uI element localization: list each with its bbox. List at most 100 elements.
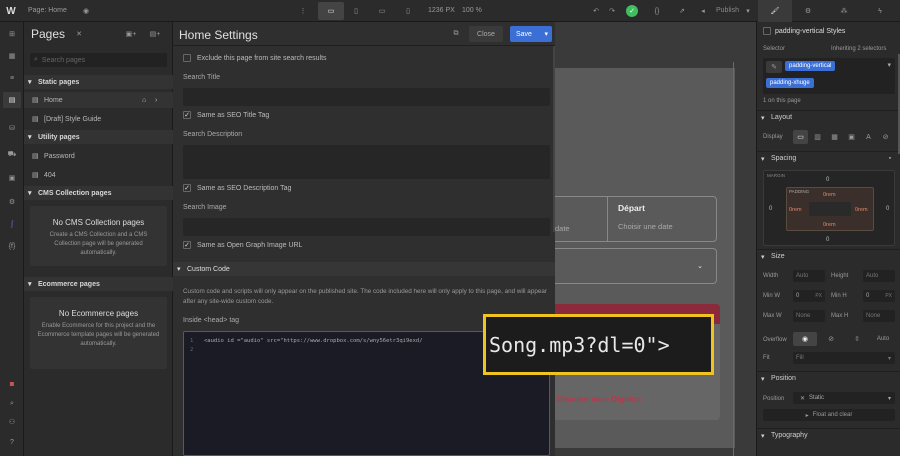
desktop-breakpoint-icon[interactable]: ▭ xyxy=(318,2,344,20)
code-line[interactable]: <audio id ="audio" src="https://www.drop… xyxy=(204,338,423,344)
hidden-icon[interactable]: ⊘ xyxy=(819,332,843,346)
page-item-404[interactable]: ▤ 404 xyxy=(24,167,173,183)
settings-icon[interactable]: ⚙ xyxy=(5,196,19,208)
padding-right[interactable]: 0rem xyxy=(855,207,868,213)
brush-icon[interactable]: 🖌 xyxy=(758,0,792,22)
exclude-search-checkbox[interactable]: Exclude this page from site search resul… xyxy=(183,54,327,62)
margin-right[interactable]: 0 xyxy=(886,206,889,212)
audit-icon[interactable]: ⚇ xyxy=(5,416,19,428)
cms-pages-header[interactable]: ▾ CMS Collection pages xyxy=(24,186,173,200)
same-og-checkbox[interactable]: ✓ Same as Open Graph Image URL xyxy=(183,241,302,249)
flex-icon[interactable]: ▥ xyxy=(810,130,825,144)
utility-pages-header[interactable]: ▾ Utility pages xyxy=(24,130,173,144)
ecommerce-pages-header[interactable]: ▾ Ecommerce pages xyxy=(24,277,173,291)
close-icon[interactable]: ✕ xyxy=(74,28,84,40)
page-search[interactable]: ⌕ Search pages xyxy=(30,53,167,67)
none-icon[interactable]: ⊘ xyxy=(878,130,893,144)
checkbox[interactable]: ✓ xyxy=(183,184,191,192)
typography-section[interactable]: ▾ Typography xyxy=(757,428,900,442)
same-seo-title-checkbox[interactable]: ✓ Same as SEO Title Tag xyxy=(183,111,269,119)
checkbox[interactable]: ✓ xyxy=(183,241,191,249)
navigator-icon[interactable]: ≡ xyxy=(5,72,19,84)
eye-icon[interactable]: ◉ xyxy=(80,5,92,17)
search-title-field[interactable] xyxy=(183,88,550,106)
assets-icon[interactable]: ▣ xyxy=(5,172,19,184)
checkbox[interactable] xyxy=(183,54,191,62)
spacing-section[interactable]: ▾ Spacing xyxy=(757,151,900,165)
page-item-password[interactable]: ▤ Password xyxy=(24,148,173,164)
undo-icon[interactable]: ↶ xyxy=(590,5,602,17)
record-icon[interactable]: ◙ xyxy=(5,378,19,390)
add-icon[interactable]: ⊞ xyxy=(5,28,19,40)
check-icon[interactable]: ✓ xyxy=(626,5,638,17)
share-icon[interactable]: ◂ xyxy=(697,5,709,17)
size-section[interactable]: ▾ Size xyxy=(757,249,900,263)
same-seo-desc-checkbox[interactable]: ✓ Same as SEO Description Tag xyxy=(183,184,291,192)
class-chip[interactable]: padding-xhuge xyxy=(766,78,814,88)
padding-box[interactable]: PADDING 0rem 0rem 0rem 0rem xyxy=(786,187,874,231)
margin-top[interactable]: 0 xyxy=(826,177,829,183)
visible-icon[interactable]: ◉ xyxy=(793,332,817,346)
unit-label[interactable]: PX xyxy=(885,293,892,299)
scroll-icon[interactable]: ⇳ xyxy=(845,332,869,346)
height-input[interactable]: Auto xyxy=(863,270,895,282)
dropdown-card[interactable] xyxy=(555,248,717,284)
logic-icon[interactable]: ʃ xyxy=(5,218,19,230)
padding-top[interactable]: 0rem xyxy=(823,192,836,198)
add-folder-icon[interactable]: ▣+ xyxy=(124,28,138,40)
help-icon[interactable]: ? xyxy=(5,436,19,448)
duplicate-icon[interactable]: ⧉ xyxy=(450,28,462,40)
page-item-home[interactable]: ▤ Home ⌂ › xyxy=(24,92,173,108)
float-clear-toggle[interactable]: ▸ Float and clear xyxy=(763,409,895,421)
ecommerce-icon[interactable]: ⛟ xyxy=(5,148,19,160)
chevron-down-icon[interactable]: ▾ xyxy=(744,5,752,17)
pages-icon[interactable]: ▤ xyxy=(3,92,21,108)
tablet-icon[interactable]: ▯ xyxy=(350,5,362,17)
search-image-field[interactable] xyxy=(183,218,550,236)
selector-field[interactable]: ✎ padding-vertical padding-xhuge ▾ xyxy=(763,58,895,94)
page-label[interactable]: Page: Home xyxy=(28,7,67,14)
symbols-icon[interactable]: ▦ xyxy=(5,50,19,62)
overflow-auto-button[interactable]: Auto xyxy=(871,332,895,346)
mobile-landscape-icon[interactable]: ▭ xyxy=(376,5,388,17)
margin-box[interactable]: MARGIN 0 0 0 0 PADDING 0rem 0rem 0rem 0r… xyxy=(763,170,895,246)
cms-icon[interactable]: ⛁ xyxy=(5,122,19,134)
interactions-icon[interactable]: ⁂ xyxy=(836,5,852,17)
chevron-down-icon[interactable]: ▾ xyxy=(887,61,891,69)
add-page-icon[interactable]: ▤+ xyxy=(148,28,162,40)
mobile-portrait-icon[interactable]: ▯ xyxy=(402,5,414,17)
block-icon[interactable]: ▭ xyxy=(793,130,808,144)
chevron-down-icon[interactable]: ⌄ xyxy=(695,260,705,272)
max-height-input[interactable]: None xyxy=(863,310,895,322)
padding-bottom[interactable]: 0rem xyxy=(823,222,836,228)
code-icon[interactable]: {} xyxy=(650,5,664,17)
search-description-field[interactable] xyxy=(183,145,550,179)
padding-left[interactable]: 0rem xyxy=(789,207,802,213)
search-icon[interactable]: ⌕ xyxy=(5,398,19,410)
margin-bottom[interactable]: 0 xyxy=(826,237,829,243)
layout-section[interactable]: ▾ Layout xyxy=(757,110,900,124)
save-button[interactable]: Save ▾ xyxy=(510,26,552,42)
checkbox[interactable]: ✓ xyxy=(183,111,191,119)
edit-icon[interactable]: ✎ xyxy=(766,61,782,73)
inline-icon[interactable]: A xyxy=(861,130,876,144)
redo-icon[interactable]: ↷ xyxy=(606,5,618,17)
fit-select[interactable]: Fill ▾ xyxy=(793,352,895,364)
cta-text[interactable]: Discuter avec Digidop xyxy=(557,395,641,404)
min-height-input[interactable]: 0 PX xyxy=(863,290,895,302)
class-chip[interactable]: padding-vertical xyxy=(785,61,836,71)
webflow-logo[interactable]: W xyxy=(4,5,18,17)
search-input[interactable]: Search pages xyxy=(42,57,85,64)
unit-label[interactable]: PX xyxy=(815,293,822,299)
inheriting-label[interactable]: Inheriting 2 selectors xyxy=(831,46,886,52)
margin-left[interactable]: 0 xyxy=(769,206,772,212)
lightning-icon[interactable]: ϟ xyxy=(872,5,888,17)
variables-icon[interactable]: {f} xyxy=(5,240,19,252)
page-item-style-guide[interactable]: ▤ [Draft] Style Guide xyxy=(24,111,173,127)
max-width-input[interactable]: None xyxy=(793,310,825,322)
inline-block-icon[interactable]: ▣ xyxy=(844,130,859,144)
export-icon[interactable]: ⇗ xyxy=(676,5,688,17)
width-input[interactable]: Auto xyxy=(793,270,825,282)
static-pages-header[interactable]: ▾ Static pages xyxy=(24,75,173,89)
gear-icon[interactable]: ⚙ xyxy=(800,5,816,17)
